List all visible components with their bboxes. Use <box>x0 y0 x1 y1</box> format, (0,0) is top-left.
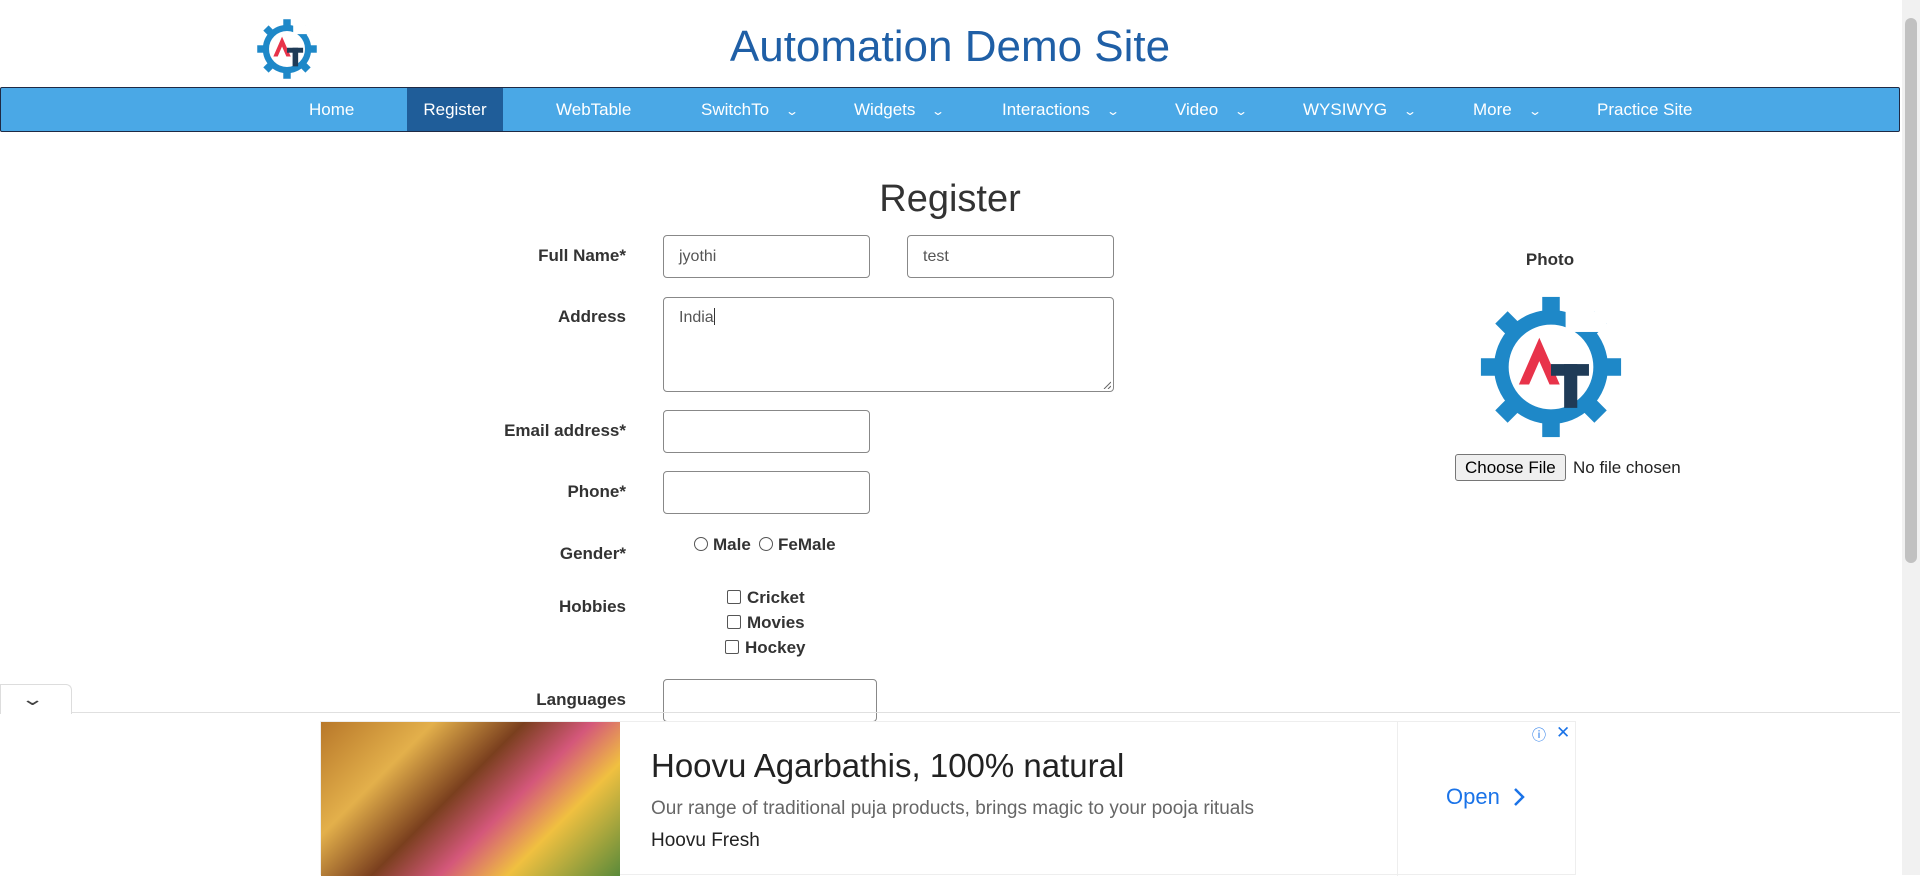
ad-open-button[interactable]: Open <box>1446 784 1526 810</box>
page-title: Register <box>879 178 1021 220</box>
ad-description[interactable]: Our range of traditional puja products, … <box>651 798 1254 820</box>
gender-option-male[interactable]: Male <box>694 535 751 555</box>
site-title: Automation Demo Site <box>729 22 1171 71</box>
address-label: Address <box>557 307 626 326</box>
nav-practice-site[interactable]: Practice Site <box>1581 88 1708 131</box>
nav-video[interactable]: Video ⌄ <box>1159 88 1262 131</box>
nav-label: Home <box>309 100 355 119</box>
page-scrollbar[interactable] <box>1902 0 1920 875</box>
languages-label: Languages <box>536 690 626 709</box>
ad-headline[interactable]: Hoovu Agarbathis, 100% natural <box>651 747 1124 785</box>
option-label: Cricket <box>747 588 805 607</box>
hobby-option-hockey[interactable]: Hockey <box>725 638 805 658</box>
radio-button[interactable] <box>694 537 708 551</box>
nav-register[interactable]: Register <box>407 88 503 131</box>
checkbox[interactable] <box>725 640 739 654</box>
ad-brand[interactable]: Hoovu Fresh <box>651 830 760 852</box>
phone-input[interactable] <box>663 471 870 514</box>
ad-divider <box>0 712 1900 713</box>
text-caret <box>713 308 715 325</box>
email-input[interactable] <box>663 410 870 453</box>
chevron-down-icon: ⌄ <box>931 104 946 118</box>
file-status-text: No file chosen <box>1573 458 1681 477</box>
chevron-right-icon <box>1514 788 1525 806</box>
nav-label: More <box>1473 100 1512 119</box>
ad-cta-label: Open <box>1446 784 1500 809</box>
languages-multiselect[interactable] <box>663 679 877 722</box>
nav-wysiwyg[interactable]: WYSIWYG ⌄ <box>1287 88 1431 131</box>
option-label: FeMale <box>778 535 836 554</box>
ad-product-image[interactable] <box>321 722 620 876</box>
nav-home[interactable]: Home <box>293 88 370 131</box>
resize-grip-icon[interactable] <box>1103 381 1111 389</box>
checkbox[interactable] <box>727 590 741 604</box>
last-name-input[interactable]: test <box>907 235 1114 278</box>
nav-more[interactable]: More ⌄ <box>1457 88 1556 131</box>
first-name-input[interactable]: jyothi <box>663 235 870 278</box>
hobby-option-cricket[interactable]: Cricket <box>727 588 805 608</box>
hobbies-label: Hobbies <box>558 597 626 616</box>
photo-label: Photo <box>1525 250 1575 269</box>
chevron-down-icon: ⌄ <box>1403 104 1418 118</box>
ad-collapse-tab[interactable]: ⌄ <box>0 684 72 714</box>
chevron-down-icon: ⌄ <box>785 104 800 118</box>
nav-label: Practice Site <box>1597 100 1693 119</box>
hobby-option-movies[interactable]: Movies <box>727 613 805 633</box>
gender-option-female[interactable]: FeMale <box>759 535 836 555</box>
option-label: Hockey <box>745 638 806 657</box>
chevron-down-icon: ⌄ <box>1527 104 1542 118</box>
checkbox[interactable] <box>727 615 741 629</box>
nav-label: WYSIWYG <box>1303 100 1388 119</box>
option-label: Movies <box>747 613 805 632</box>
ad-banner[interactable]: Hoovu Agarbathis, 100% natural Our range… <box>320 721 1576 876</box>
radio-button[interactable] <box>759 537 773 551</box>
profile-photo-logo <box>1480 296 1622 438</box>
address-value: India <box>679 309 714 326</box>
phone-label: Phone* <box>567 482 626 501</box>
choose-file-button[interactable]: Choose File <box>1455 454 1566 481</box>
nav-webtable[interactable]: WebTable <box>540 88 647 131</box>
nav-label: Register <box>423 100 487 119</box>
chevron-down-icon: ⌄ <box>1105 104 1120 118</box>
nav-label: Video <box>1175 100 1219 119</box>
nav-label: Interactions <box>1002 100 1090 119</box>
nav-interactions[interactable]: Interactions ⌄ <box>986 88 1134 131</box>
ad-info-icon[interactable]: ⓘ <box>1532 725 1546 745</box>
nav-widgets[interactable]: Widgets ⌄ <box>838 88 959 131</box>
ad-close-icon[interactable]: ✕ <box>1556 723 1570 743</box>
scrollbar-thumb[interactable] <box>1905 18 1917 563</box>
full-name-label: Full Name* <box>538 246 626 265</box>
email-label: Email address* <box>504 421 626 440</box>
main-navbar: Home Register WebTable SwitchTo ⌄ Widgets… <box>0 87 1900 132</box>
nav-switchto[interactable]: SwitchTo ⌄ <box>685 88 813 131</box>
chevron-down-icon: ⌄ <box>20 689 45 709</box>
option-label: Male <box>713 535 751 554</box>
address-textarea[interactable]: India <box>663 297 1114 392</box>
gender-label: Gender* <box>559 544 626 563</box>
nav-label: Widgets <box>854 100 916 119</box>
nav-label: SwitchTo <box>701 100 770 119</box>
nav-label: WebTable <box>556 100 632 119</box>
chevron-down-icon: ⌄ <box>1234 104 1249 118</box>
